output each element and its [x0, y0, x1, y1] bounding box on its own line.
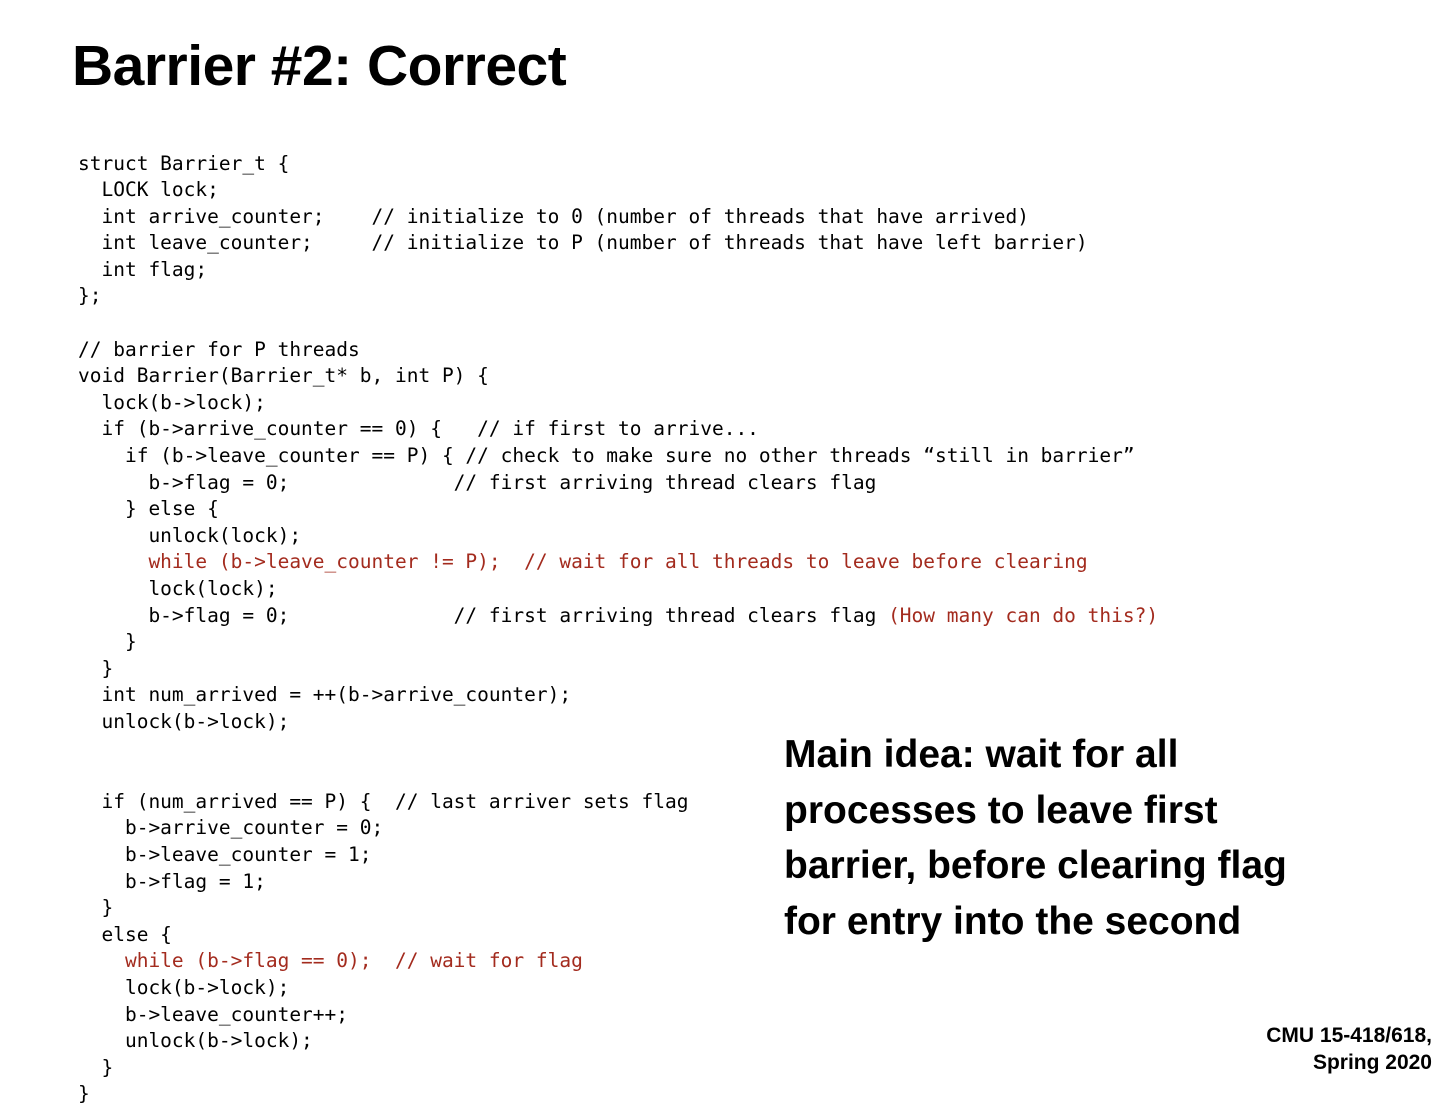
code-span: } [78, 656, 114, 680]
code-line: b->flag = 0; // first arriving thread cl… [78, 470, 1278, 497]
code-line: if (b->arrive_counter == 0) { // if firs… [78, 416, 1278, 443]
code-span: int flag; [78, 257, 208, 281]
code-span: b->arrive_counter = 0; [78, 816, 384, 840]
code-line: LOCK lock; [78, 177, 1278, 204]
code-line: int leave_counter; // initialize to P (n… [78, 230, 1278, 257]
code-span: b->leave_counter = 1; [78, 842, 372, 866]
code-span: // barrier for P threads [78, 337, 360, 361]
code-line: int arrive_counter; // initialize to 0 (… [78, 204, 1278, 231]
code-span: b->flag = 0; // first arriving thread cl… [78, 470, 877, 494]
code-span: unlock(b->lock); [78, 1029, 313, 1053]
code-span: else { [78, 922, 172, 946]
footer-course: CMU 15-418/618, [1266, 1024, 1432, 1047]
code-line: } [78, 656, 1278, 683]
code-span: LOCK lock; [78, 178, 219, 202]
code-span: if (num_arrived == P) { // last arriver … [78, 789, 689, 813]
code-line: unlock(lock); [78, 523, 1278, 550]
code-span: int num_arrived = ++(b->arrive_counter); [78, 683, 572, 707]
code-span-highlighted: while (b->flag == 0); // wait for flag [78, 949, 583, 973]
code-span: int leave_counter; // initialize to P (n… [78, 231, 1088, 255]
code-span: if (b->arrive_counter == 0) { // if firs… [78, 417, 759, 441]
code-listing: struct Barrier_t { LOCK lock; int arrive… [78, 151, 1278, 1108]
code-span: lock(b->lock); [78, 390, 266, 414]
slide-canvas: Barrier #2: Correct struct Barrier_t { L… [0, 0, 1440, 1105]
code-span: unlock(b->lock); [78, 709, 290, 733]
footer-attribution: CMU 15-418/618, Spring 2020 [1012, 1022, 1432, 1076]
footer-term: Spring 2020 [1312, 1051, 1432, 1074]
code-line: while (b->flag == 0); // wait for flag [78, 948, 1278, 975]
code-line: int flag; [78, 257, 1278, 284]
code-span: lock(lock); [78, 577, 278, 600]
code-span-highlighted: (How many can do this?) [888, 603, 1159, 627]
code-span-highlighted: while (b->leave_counter != P); // wait f… [78, 550, 1088, 574]
code-span: unlock(lock); [78, 523, 302, 547]
code-span: } [78, 1082, 90, 1106]
code-line: if (b->leave_counter == P) { // check to… [78, 443, 1278, 470]
code-line: lock(b->lock); [78, 975, 1278, 1002]
code-line: }; [78, 283, 1278, 310]
code-line: lock(b->lock); [78, 390, 1278, 417]
code-line: } [78, 629, 1278, 656]
code-line: // barrier for P threads [78, 337, 1278, 364]
code-span: } else { [78, 497, 219, 521]
code-span: } [78, 896, 114, 920]
code-line: } else { [78, 496, 1278, 523]
code-line: int num_arrived = ++(b->arrive_counter); [78, 682, 1278, 709]
code-span: b->flag = 1; [78, 869, 266, 893]
code-line: b->flag = 0; // first arriving thread cl… [78, 603, 1278, 630]
code-span: } [78, 630, 137, 654]
code-span: int arrive_counter; // initialize to 0 (… [78, 204, 1029, 228]
code-line: while (b->leave_counter != P); // wait f… [78, 549, 1278, 576]
code-line: lock(lock); [78, 576, 1278, 603]
code-span: lock(b->lock); [78, 975, 290, 999]
code-span: if (b->leave_counter == P) { // check to… [78, 444, 1135, 468]
code-line: } [78, 1081, 1278, 1108]
code-line: void Barrier(Barrier_t* b, int P) { [78, 363, 1278, 390]
code-line: struct Barrier_t { [78, 151, 1278, 178]
page-title: Barrier #2: Correct [72, 34, 567, 98]
code-span: struct Barrier_t { [78, 151, 290, 175]
code-span: }; [78, 284, 102, 308]
code-span: b->leave_counter++; [78, 1002, 349, 1026]
main-idea-callout: Main idea: wait for all processes to lea… [784, 733, 1287, 943]
code-span: b->flag = 0; // first arriving thread cl… [78, 603, 889, 627]
code-span: } [78, 1055, 114, 1079]
code-span: void Barrier(Barrier_t* b, int P) { [78, 364, 489, 388]
